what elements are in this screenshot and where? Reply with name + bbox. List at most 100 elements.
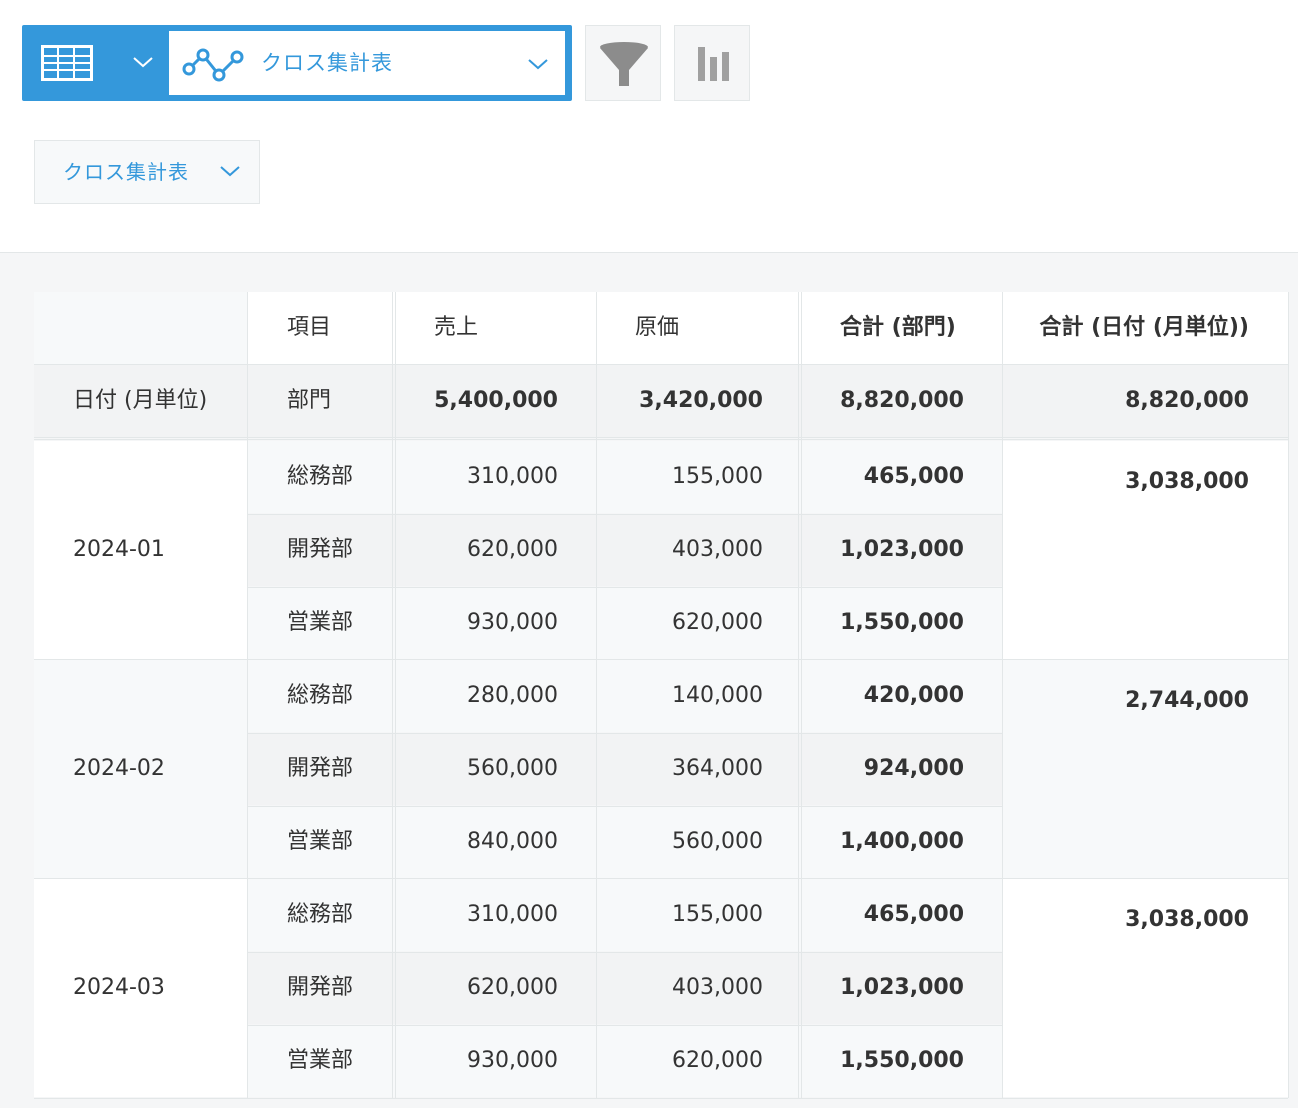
summary-date-label-text: 日付 (月単位) (73, 388, 208, 413)
row-dept: 営業部 (248, 1025, 396, 1097)
crosstab-table: 項目 売上 原価 合計 (部門) 合計 (日付 (月単位)) 日付 (月単位) 部門 5,40… (0, 253, 1298, 1109)
grid-line (248, 587, 1002, 588)
row-dept-text: 開発部 (287, 975, 354, 1000)
summary-dept-label: 部門 (248, 365, 396, 437)
header-sales-text: 売上 (434, 315, 479, 340)
row-cost-text: 155,000 (672, 902, 763, 927)
row-cost: 155,000 (597, 879, 802, 951)
grid-line (248, 1025, 1002, 1026)
row-sales: 620,000 (396, 952, 597, 1024)
row-cost-text: 620,000 (672, 1048, 763, 1073)
group-date-total: 3,038,000 (1003, 879, 1288, 1097)
row-total-dept: 924,000 (802, 733, 1003, 805)
header-cost: 原価 (597, 292, 802, 364)
row-cost-text: 140,000 (672, 683, 763, 708)
row-dept-text: 営業部 (287, 1048, 354, 1073)
row-sales: 310,000 (396, 879, 597, 951)
header-total-dept-text: 合計 (部門) (840, 315, 956, 340)
grid-line (798, 292, 799, 1098)
row-total-dept: 1,023,000 (802, 952, 1003, 1024)
row-dept-text: 開発部 (287, 756, 354, 781)
grid-line (248, 514, 1002, 515)
chart-type-label: クロス集計表 (63, 160, 189, 184)
group-date-total-text: 2,744,000 (1125, 688, 1249, 713)
row-total-dept: 1,023,000 (802, 514, 1003, 586)
summary-total-date-text: 8,820,000 (1125, 388, 1249, 413)
row-sales: 310,000 (396, 441, 597, 513)
row-total-dept-text: 924,000 (863, 756, 964, 781)
graph-settings-button[interactable] (674, 25, 750, 101)
row-total-dept-text: 420,000 (863, 683, 964, 708)
row-sales: 840,000 (396, 806, 597, 878)
summary-cost: 3,420,000 (597, 365, 802, 437)
row-total-dept: 465,000 (802, 879, 1003, 951)
summary-date-label: 日付 (月単位) (34, 365, 248, 437)
row-sales: 930,000 (396, 1025, 597, 1097)
row-cost: 560,000 (597, 806, 802, 878)
grid-line (395, 292, 396, 1098)
row-sales: 930,000 (396, 587, 597, 659)
grid-line (1002, 292, 1003, 1098)
header-total-date: 合計 (日付 (月単位)) (1003, 292, 1288, 364)
row-sales: 280,000 (396, 660, 597, 732)
header-total-date-text: 合計 (日付 (月単位)) (1039, 315, 1249, 340)
grid-line (34, 364, 1288, 365)
row-total-dept-text: 1,023,000 (840, 975, 964, 1000)
group-date: 2024-03 (34, 879, 248, 1097)
row-dept: 開発部 (248, 514, 396, 586)
group-date-total-text: 3,038,000 (1125, 469, 1249, 494)
filter-button[interactable] (585, 25, 661, 101)
row-dept-text: 総務部 (287, 464, 354, 489)
header-corner (34, 292, 248, 364)
grid-line (34, 439, 1288, 440)
row-sales: 560,000 (396, 733, 597, 805)
chart-type-select[interactable]: クロス集計表 (34, 140, 260, 204)
row-total-dept: 420,000 (802, 660, 1003, 732)
chevron-down-icon (133, 57, 153, 68)
row-sales-text: 620,000 (467, 537, 558, 562)
grid-line (1288, 292, 1289, 1098)
view-type-dropdown-button[interactable] (22, 25, 168, 101)
summary-total-date: 8,820,000 (1003, 365, 1288, 437)
row-dept: 営業部 (248, 587, 396, 659)
row-total-dept-text: 1,023,000 (840, 537, 964, 562)
group-date-text: 2024-01 (73, 537, 165, 562)
grid-line (801, 292, 802, 1098)
row-dept-text: 開発部 (287, 537, 354, 562)
row-sales-text: 310,000 (467, 902, 558, 927)
row-cost: 403,000 (597, 514, 802, 586)
row-sales: 620,000 (396, 514, 597, 586)
header-total-dept: 合計 (部門) (802, 292, 1003, 364)
row-total-dept: 1,550,000 (802, 587, 1003, 659)
group-date-text: 2024-02 (73, 756, 165, 781)
summary-cost-text: 3,420,000 (639, 388, 763, 413)
row-cost-text: 364,000 (672, 756, 763, 781)
grid-line (34, 1098, 1288, 1099)
row-cost: 155,000 (597, 441, 802, 513)
grid-line (248, 806, 1002, 807)
row-sales-text: 930,000 (467, 1048, 558, 1073)
view-select-label: クロス集計表 (261, 51, 393, 75)
row-sales-text: 560,000 (467, 756, 558, 781)
header-cost-text: 原価 (635, 315, 680, 340)
row-cost-text: 403,000 (672, 975, 763, 1000)
summary-total-dept-text: 8,820,000 (840, 388, 964, 413)
row-dept: 営業部 (248, 806, 396, 878)
view-select[interactable]: クロス集計表 (169, 31, 565, 95)
row-total-dept-text: 1,400,000 (840, 829, 964, 854)
group-date-total-text: 3,038,000 (1125, 907, 1249, 932)
grid-line (34, 878, 1288, 879)
chevron-down-icon (528, 59, 548, 70)
row-total-dept-text: 1,550,000 (840, 610, 964, 635)
row-dept: 総務部 (248, 660, 396, 732)
summary-sales-text: 5,400,000 (434, 388, 558, 413)
header-item-text: 項目 (287, 315, 332, 340)
row-cost-text: 620,000 (672, 610, 763, 635)
filter-icon (600, 42, 648, 86)
row-sales-text: 280,000 (467, 683, 558, 708)
row-dept: 開発部 (248, 733, 396, 805)
row-cost: 364,000 (597, 733, 802, 805)
group-date-total: 2,744,000 (1003, 660, 1288, 878)
row-total-dept: 1,550,000 (802, 1025, 1003, 1097)
row-cost: 620,000 (597, 1025, 802, 1097)
